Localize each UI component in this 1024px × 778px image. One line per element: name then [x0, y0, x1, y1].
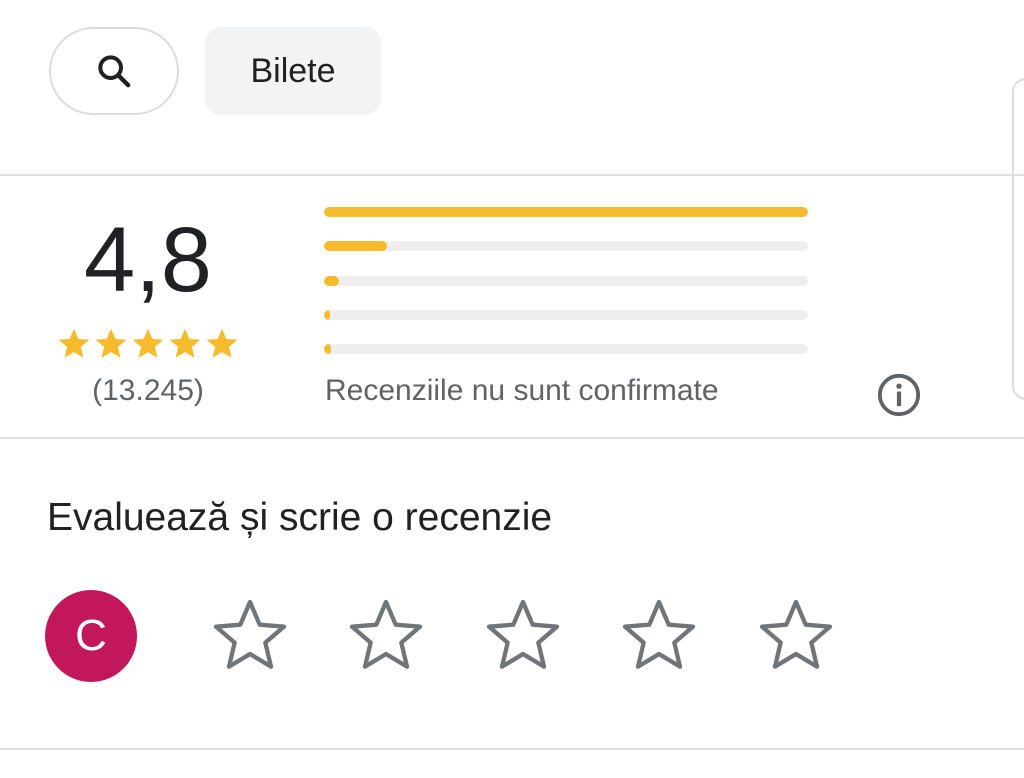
rating-bar-fill — [324, 241, 387, 251]
divider — [0, 748, 1024, 750]
info-button[interactable] — [876, 372, 922, 418]
rating-bar-4[interactable] — [324, 241, 808, 251]
rating-bar-fill — [324, 207, 808, 217]
rating-bar-3[interactable] — [324, 276, 808, 286]
rating-bar-fill — [324, 310, 330, 320]
star-outline-icon — [622, 599, 696, 669]
unconfirmed-note: Recenziile nu sunt confirmate — [325, 374, 719, 407]
rating-bar-1[interactable] — [324, 344, 808, 354]
write-review-title: Evaluează și scrie o recenzie — [47, 496, 553, 539]
rating-bar-fill — [324, 344, 332, 354]
rating-bar-fill — [324, 276, 339, 286]
side-panel-edge[interactable] — [1012, 78, 1024, 400]
chip-bilete[interactable]: Bilete — [205, 27, 381, 115]
chip-bilete-label: Bilete — [250, 51, 336, 90]
rate-2-star-button[interactable] — [346, 596, 426, 676]
avatar[interactable]: C — [45, 590, 137, 682]
star-outline-icon — [486, 599, 560, 669]
divider — [0, 174, 1024, 176]
rate-3-star-button[interactable] — [483, 596, 563, 676]
search-icon — [98, 55, 131, 88]
star-filled-icon — [95, 328, 127, 358]
rate-4-star-button[interactable] — [619, 596, 699, 676]
rate-1-star-button[interactable] — [210, 596, 290, 676]
rating-bar-2[interactable] — [324, 310, 808, 320]
star-outline-icon — [759, 599, 833, 669]
star-outline-icon — [349, 599, 423, 669]
review-count: (13.245) — [92, 374, 204, 407]
average-stars — [56, 326, 240, 362]
divider — [0, 437, 1024, 439]
avatar-letter: C — [75, 611, 107, 660]
star-filled-icon — [58, 328, 90, 358]
star-filled-icon — [206, 328, 238, 358]
star-filled-icon — [169, 328, 201, 358]
star-outline-icon — [213, 599, 287, 669]
info-icon — [877, 373, 921, 417]
rate-5-star-button[interactable] — [756, 596, 836, 676]
search-button[interactable] — [49, 27, 179, 115]
average-rating: 4,8 — [84, 209, 212, 311]
rating-bar-5[interactable] — [324, 207, 808, 217]
star-filled-icon — [132, 328, 164, 358]
